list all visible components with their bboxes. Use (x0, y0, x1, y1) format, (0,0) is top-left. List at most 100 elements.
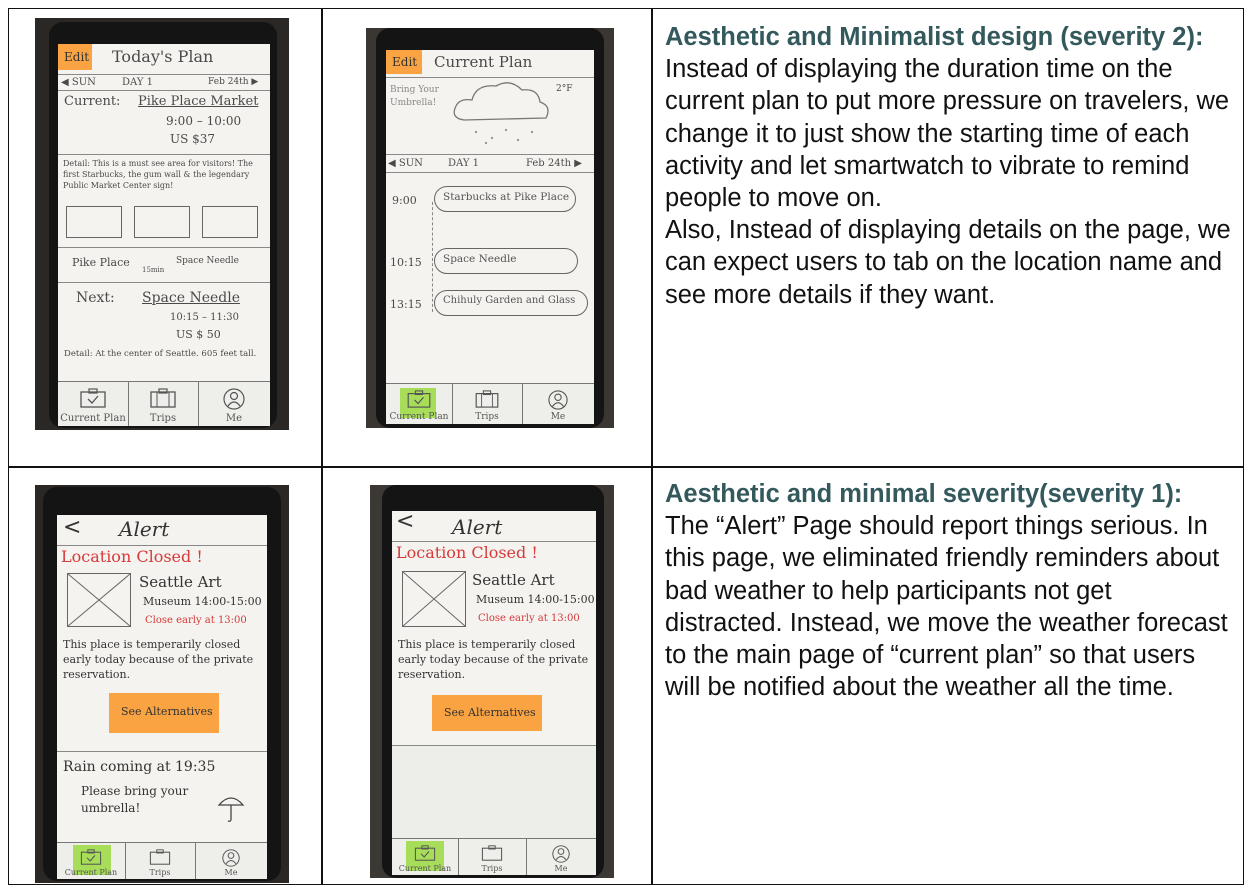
edit-label: Edit (392, 55, 418, 69)
tab-trips[interactable]: Trips (128, 382, 199, 426)
next-place: Space Needle (142, 290, 241, 306)
screen-title: Alert (119, 517, 170, 541)
back-icon[interactable]: < (63, 515, 81, 540)
person-icon (223, 388, 245, 410)
schedule-time: 13:15 (390, 298, 422, 311)
suitcase-check-icon (414, 845, 436, 861)
tab-label: Me (550, 412, 566, 422)
person-icon (222, 849, 240, 867)
tab-label: Trips (481, 864, 503, 873)
placeholder-image-icon (67, 573, 131, 627)
detail-text: Detail: This is a must see area for visi… (63, 159, 253, 190)
day-label: DAY 1 (122, 77, 153, 88)
placeholder-image-icon (202, 206, 258, 238)
tab-current-plan[interactable]: Current Plan (58, 382, 129, 426)
transit-mins: 15min (142, 266, 165, 274)
finding-body: Instead of displaying the duration time … (665, 55, 1230, 213)
tab-trips[interactable]: Trips (452, 384, 523, 424)
tab-label: Trips (149, 868, 171, 877)
tab-current-plan[interactable]: Current Plan (392, 839, 459, 875)
suitcase-icon (481, 845, 503, 861)
tab-me[interactable]: Me (198, 382, 270, 426)
table-divider (8, 466, 1244, 468)
current-cost: US $37 (170, 132, 216, 146)
suitcase-icon (150, 388, 176, 408)
placeholder-image-icon (402, 571, 466, 627)
place-name: Seattle Art (472, 571, 555, 589)
date-label: Feb 24th ▶ (526, 158, 582, 169)
tab-label: Current Plan (60, 413, 126, 424)
tab-label: Me (225, 413, 243, 424)
current-label: Current: (64, 94, 121, 109)
finding-body: The “Alert” Page should report things se… (665, 512, 1228, 702)
person-icon (548, 390, 568, 410)
prototype-photo-before: Edit Today's Plan ◀ SUN DAY 1 Feb 24th ▶… (35, 18, 289, 430)
tab-label: Current Plan (64, 868, 118, 877)
closed-heading: Location Closed ! (61, 547, 203, 566)
screen-title: Current Plan (434, 53, 533, 71)
close-early: Close early at 13:00 (145, 615, 247, 626)
tab-me[interactable]: Me (526, 839, 596, 875)
tab-label: Trips (475, 412, 499, 422)
tab-label: Current Plan (398, 864, 452, 873)
finding-heading: Aesthetic and minimal severity(severity … (665, 480, 1183, 508)
weather-note: Bring Your Umbrella! (390, 85, 439, 108)
umbrella-icon (217, 797, 245, 822)
table-divider (321, 8, 323, 885)
screen-title: Today's Plan (112, 47, 214, 66)
schedule-time: 10:15 (390, 256, 422, 269)
finding-body: Also, Instead of displaying details on t… (665, 216, 1231, 309)
alert-photo-before: < Alert Location Closed ! Seattle Art Mu… (35, 485, 289, 883)
rain-alert: Rain coming at 19:35 (63, 759, 216, 775)
tab-current-plan[interactable]: Current Plan (386, 384, 453, 424)
next-detail: Detail: At the center of Seattle. 605 fe… (64, 349, 257, 359)
back-icon[interactable]: < (396, 511, 414, 534)
temperature: 2°F (556, 84, 573, 94)
place-hours: Museum 14:00-15:00 (476, 593, 595, 606)
suitcase-check-icon (407, 390, 431, 408)
next-time: 10:15 – 11:30 (170, 312, 239, 323)
place-name: Seattle Art (139, 573, 222, 591)
table-divider (651, 8, 653, 885)
suitcase-icon (475, 390, 499, 408)
day-prev: ◀ SUN (388, 158, 423, 169)
schedule-item[interactable]: Chihuly Garden and Glass (434, 290, 588, 316)
schedule-time: 9:00 (392, 194, 417, 207)
suitcase-icon (149, 849, 171, 865)
transit-to: Space Needle (176, 256, 240, 266)
current-place: Pike Place Market (138, 94, 259, 109)
tab-trips[interactable]: Trips (458, 839, 527, 875)
finding-2: Aesthetic and minimal severity(severity … (665, 478, 1235, 703)
alert-photo-after: < Alert Location Closed ! Seattle Art Mu… (370, 485, 614, 878)
schedule-item[interactable]: Starbucks at Pike Place (434, 186, 576, 212)
finding-heading: Aesthetic and Minimalist design (severit… (665, 23, 1204, 51)
placeholder-image-icon (134, 206, 190, 238)
current-time: 9:00 – 10:00 (166, 114, 242, 128)
see-alternatives-button[interactable]: See Alternatives (109, 693, 219, 733)
edit-label: Edit (64, 50, 90, 64)
finding-1: Aesthetic and Minimalist design (severit… (665, 21, 1235, 311)
closure-note: This place is temperarily closed early t… (398, 638, 589, 681)
button-label: See Alternatives (444, 706, 536, 719)
place-hours: Museum 14:00-15:00 (143, 595, 262, 608)
date-label: Feb 24th ▶ (208, 77, 259, 87)
umbrella-note: Please bring your umbrella! (81, 784, 189, 815)
see-alternatives-button[interactable]: See Alternatives (432, 695, 542, 731)
tab-me[interactable]: Me (195, 843, 267, 879)
tab-label: Me (554, 864, 568, 873)
suitcase-check-icon (80, 849, 102, 865)
next-label: Next: (76, 290, 115, 306)
person-icon (552, 845, 570, 863)
day-prev: ◀ SUN (61, 77, 96, 88)
day-label: DAY 1 (448, 158, 479, 169)
button-label: See Alternatives (121, 705, 213, 718)
tab-current-plan[interactable]: Current Plan (57, 843, 126, 879)
screen-title: Alert (452, 515, 503, 539)
close-early: Close early at 13:00 (478, 613, 580, 624)
tab-trips[interactable]: Trips (125, 843, 196, 879)
tab-label: Current Plan (389, 412, 449, 422)
tab-label: Me (224, 868, 238, 877)
tab-me[interactable]: Me (522, 384, 594, 424)
transit-from: Pike Place (72, 256, 130, 269)
schedule-item[interactable]: Space Needle (434, 248, 578, 274)
